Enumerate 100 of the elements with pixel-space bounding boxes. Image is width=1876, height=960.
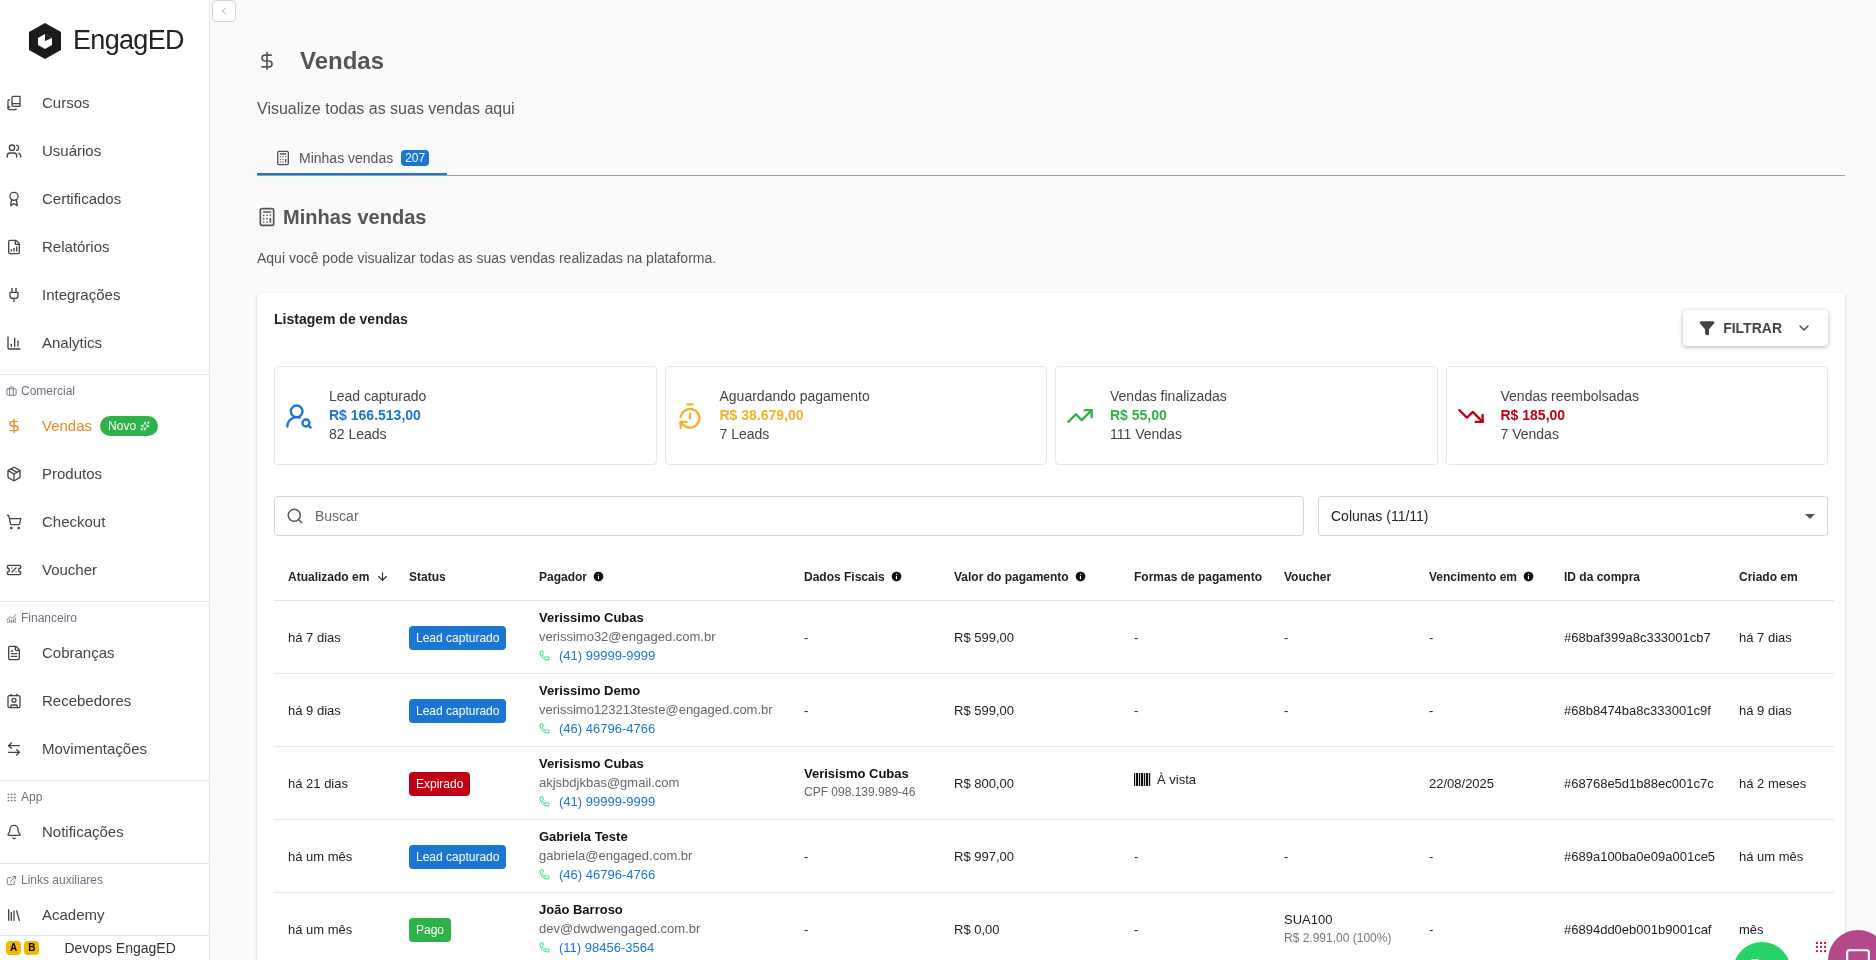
nav-icon [6,645,22,661]
voucher-cell: - [1284,848,1289,864]
voucher-code: SUA100 [1284,910,1334,929]
purchase-id-cell: #68baf399a8c333001cb7 [1564,629,1711,645]
search-field[interactable]: Buscar [274,496,1304,536]
sidebar-item[interactable]: Usuários [0,127,209,175]
nav-icon [6,191,22,207]
nav-icon [6,143,22,159]
stat-label: Lead capturado [329,387,427,406]
column-header[interactable]: Voucher [1284,567,1332,586]
count-badge: 207 [401,150,430,166]
section-label: Links auxiliares [21,872,104,889]
nav-icon [6,239,22,255]
footer-label: Devops EngagED [64,938,176,958]
payment-cell: - [1134,921,1139,937]
nav-icon [6,907,22,923]
sidebar-item[interactable]: Movimentações [0,725,209,773]
sidebar-item[interactable]: Voucher [0,546,209,594]
payer-name: Verissimo Cubas [539,609,645,627]
payer-name: João Barroso [539,901,624,920]
nav-icon [6,514,22,530]
value-cell: R$ 599,00 [954,629,1014,645]
column-header[interactable]: ID da compra [1564,567,1641,586]
section-icon [6,791,17,803]
section-label: Financeiro [21,610,78,627]
column-header[interactable]: Valor do pagamento [954,567,1087,586]
nav-icon [6,824,22,840]
collapse-button[interactable] [212,0,236,22]
section-label: Comercial [21,383,75,400]
updated-cell: há 21 dias [288,775,348,791]
payment-cell: - [1134,702,1139,718]
filter-button[interactable]: FILTRAR [1683,310,1828,346]
page-title: Vendas [300,46,385,76]
stat-label: Vendas reembolsadas [1500,387,1640,406]
payment-cell: - [1134,629,1139,645]
payer-email: gabriela@engaged.com.br [539,847,694,865]
value-cell: R$ 997,00 [954,848,1014,864]
phone-link[interactable]: (41) 99999-9999 [559,792,656,811]
column-header[interactable]: Vencimento em [1429,567,1536,586]
nav-icon [6,562,22,578]
sidebar-item[interactable]: Produtos [0,450,209,498]
section-label: App [21,789,43,806]
value-cell: R$ 599,00 [954,702,1014,718]
nav-icon [6,466,22,482]
stat-label: Aguardando pagamento [719,387,870,406]
voucher-cell: - [1284,629,1289,645]
due-cell: - [1429,921,1434,937]
payment-method: À vista [1157,770,1196,789]
section-icon [6,385,17,397]
search-icon [286,507,304,525]
sidebar-item[interactable]: Checkout [0,498,209,546]
fiscal-cell: - [804,702,809,718]
payer-email: akjsbdjkbas@gmail.com [539,774,681,792]
section-description: Aqui você pode visualizar todas as suas vendas realizadas na plataforma. [257,249,718,268]
sidebar-item[interactable]: Analytics [0,319,209,367]
phone-link[interactable]: (46) 46796-4766 [559,719,656,738]
nav-icon [6,693,22,709]
sidebar-item[interactable]: Cursos [0,79,209,127]
stat-count: 7 Vendas [1500,425,1560,444]
value-cell: R$ 800,00 [954,775,1014,791]
nav-icon [6,95,22,111]
payer-email: dev@dwdwengaged.com.br [539,920,702,939]
stat-value: R$ 166.513,00 [329,406,422,425]
column-header[interactable]: Pagador [539,567,605,586]
tab[interactable]: Minhas vendas 207 [257,143,448,175]
status-badge: Lead capturado [409,625,507,650]
voucher-cell: - [1284,702,1289,718]
column-header[interactable]: Dados Fiscais [804,567,903,586]
due-cell: - [1429,629,1434,645]
phone-link[interactable]: (11) 98456-3564 [559,938,655,958]
stat-count: 111 Vendas [1110,425,1183,444]
fiscal-cell: - [804,848,809,864]
status-badge: Lead capturado [409,844,507,869]
created-cell: há 2 meses [1739,775,1807,791]
sidebar-item[interactable]: Relatórios [0,223,209,271]
sidebar-item[interactable]: Integrações [0,271,209,319]
column-header[interactable]: Atualizado em [288,567,390,586]
stat-count: 7 Leads [719,425,771,444]
sidebar-item[interactable]: Cobranças [0,629,209,677]
column-header[interactable]: Formas de pagamento [1134,567,1263,586]
sidebar-item[interactable]: Notificações [0,808,209,856]
nav-icon [6,418,22,434]
stat-count: 82 Leads [329,425,388,444]
purchase-id-cell: #68768e5d1b88ec001c7c [1564,775,1714,791]
payer-name: Gabriela Teste [539,828,629,846]
sidebar-item[interactable]: Certificados [0,175,209,223]
section-icon [6,874,17,886]
due-cell: - [1429,702,1434,718]
column-header[interactable]: Criado em [1739,567,1798,586]
phone-link[interactable]: (41) 99999-9999 [559,646,656,665]
sidebar-item[interactable]: Academy [0,891,209,939]
created-cell: há 7 dias [1739,629,1792,645]
fiscal-cell: - [804,629,809,645]
grip-icon [1814,940,1828,954]
column-header[interactable]: Status [409,567,446,586]
payer-email: verissimo123213teste@engaged.com.br [539,701,774,719]
phone-link[interactable]: (46) 46796-4766 [559,865,656,884]
columns-select[interactable]: Colunas (11/11) [1318,496,1828,536]
stat-label: Vendas finalizadas [1110,387,1227,406]
sidebar-item[interactable]: Recebedores [0,677,209,725]
